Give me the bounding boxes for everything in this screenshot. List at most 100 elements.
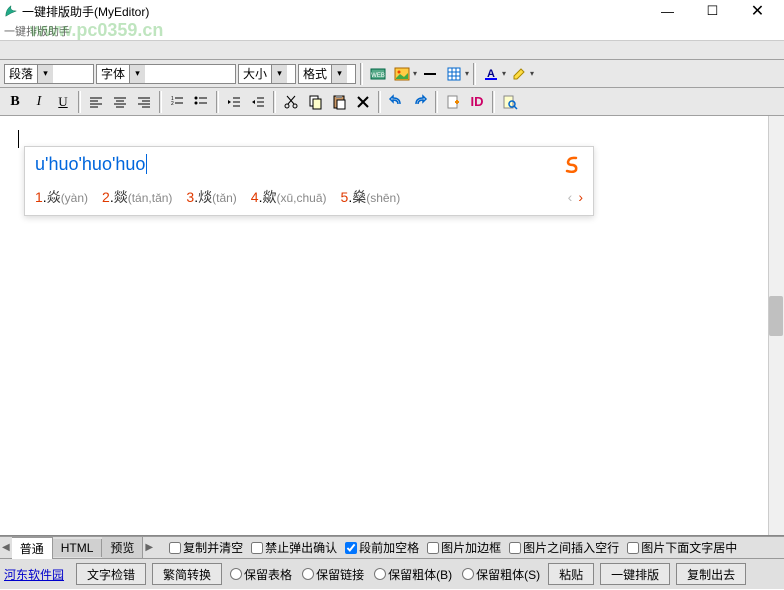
ime-prev-icon[interactable]: ‹ [568,189,573,205]
ordered-list-button[interactable]: 12 [166,91,188,113]
bottom-panel: ◀ 普通 HTML 预览 ▶ 复制并清空 禁止弹出确认 段前加空格 图片加边框 … [0,536,784,589]
ime-candidate-3[interactable]: 3.㷋(tǎn) [186,187,236,207]
ime-candidate-1[interactable]: 1.焱(yàn) [35,187,88,207]
radio-keep-table[interactable]: 保留表格 [230,566,292,583]
menu-bar [0,40,784,60]
paste-action-button[interactable]: 粘贴 [548,563,594,585]
paste-button[interactable] [328,91,350,113]
id-button[interactable]: ID [466,91,488,113]
tab-scroll-right-icon[interactable]: ▶ [143,542,155,553]
separator [492,91,495,113]
font-label: 字体 [97,65,129,82]
svg-text:WEB: WEB [371,73,385,79]
tab-scroll-left-icon[interactable]: ◀ [0,542,12,553]
format-action-button[interactable]: 一键排版 [600,563,670,585]
paragraph-label: 段落 [5,65,37,82]
close-button[interactable]: ✕ [735,0,780,22]
outdent-button[interactable] [223,91,245,113]
opt-space-before[interactable]: 段前加空格 [345,539,419,556]
window-subtitle: 一键排版助手 [0,22,784,40]
opt-img-border[interactable]: 图片加边框 [427,539,501,556]
align-left-button[interactable] [85,91,107,113]
format-combo[interactable]: 格式 ▾ [298,64,356,84]
separator [435,91,438,113]
app-icon [4,4,18,18]
separator [159,91,162,113]
window-controls: — ☐ ✕ [645,0,780,22]
align-center-button[interactable] [109,91,131,113]
format-label: 格式 [299,65,331,82]
size-combo[interactable]: 大小 ▾ [238,64,296,84]
separator [378,91,381,113]
scroll-thumb[interactable] [769,296,783,336]
table-button[interactable] [443,63,465,85]
html-button[interactable]: WEB [367,63,389,85]
find-button[interactable] [499,91,521,113]
dropdown-arrow-icon: ▾ [129,65,145,83]
undo-button[interactable] [385,91,407,113]
minimize-button[interactable]: — [645,0,690,22]
tab-normal[interactable]: 普通 [12,537,53,559]
dropdown-arrow-icon[interactable]: ▾ [413,69,417,78]
italic-button[interactable]: I [28,91,50,113]
maximize-button[interactable]: ☐ [690,0,735,22]
size-label: 大小 [239,65,271,82]
dropdown-arrow-icon: ▾ [37,65,53,83]
copy-out-button[interactable]: 复制出去 [676,563,746,585]
dropdown-arrow-icon: ▾ [271,65,287,83]
opt-img-blank[interactable]: 图片之间插入空行 [509,539,619,556]
separator [78,91,81,113]
separator [360,63,363,85]
ime-candidates: 1.焱(yàn) 2.燚(tán,tǎn) 3.㷋(tǎn) 4.歘(xū,ch… [25,181,593,215]
separator [473,63,476,85]
toolbar-edit: B I U 12 ID [0,88,784,116]
ime-next-icon[interactable]: › [578,189,583,205]
redo-button[interactable] [409,91,431,113]
unordered-list-button[interactable] [190,91,212,113]
text-color-button[interactable]: A [480,63,502,85]
opt-img-center[interactable]: 图片下面文字居中 [627,539,737,556]
svg-text:2: 2 [171,101,174,107]
toolbar-format: 段落 ▾ 字体 ▾ 大小 ▾ 格式 ▾ WEB ▾ ▾ A ▾ ▾ [0,60,784,88]
dropdown-arrow-icon[interactable]: ▾ [502,69,506,78]
hr-button[interactable] [419,63,441,85]
vertical-scrollbar[interactable] [768,116,784,535]
separator [216,91,219,113]
font-combo[interactable]: 字体 ▾ [96,64,236,84]
opt-copy-clear[interactable]: 复制并清空 [169,539,243,556]
action-row: 河东软件园 文字检错 繁简转换 保留表格 保留链接 保留粗体(B) 保留粗体(S… [0,559,784,589]
ime-candidate-2[interactable]: 2.燚(tán,tǎn) [102,187,172,207]
text-cursor [18,130,19,148]
cut-button[interactable] [280,91,302,113]
dropdown-arrow-icon[interactable]: ▾ [465,69,469,78]
highlight-button[interactable] [508,63,530,85]
paragraph-combo[interactable]: 段落 ▾ [4,64,94,84]
ime-candidate-5[interactable]: 5.燊(shēn) [341,187,401,207]
ime-pagination: ‹ › [568,189,583,205]
site-link[interactable]: 河东软件园 [4,566,64,583]
dropdown-arrow-icon[interactable]: ▾ [530,69,534,78]
opt-no-popup[interactable]: 禁止弹出确认 [251,539,337,556]
editor-area[interactable]: u'huo'huo'huo 1.焱(yàn) 2.燚(tán,tǎn) 3.㷋(… [0,116,784,536]
ime-input-text: u'huo'huo'huo [35,154,147,175]
delete-button[interactable] [352,91,374,113]
sogou-logo-icon [561,153,583,175]
ime-candidate-4[interactable]: 4.歘(xū,chuā) [251,187,327,207]
radio-keep-link[interactable]: 保留链接 [302,566,364,583]
window-titlebar: 一键排版助手(MyEditor) — ☐ ✕ [0,0,784,22]
tab-html[interactable]: HTML [53,539,103,557]
bold-button[interactable]: B [4,91,26,113]
tab-preview[interactable]: 预览 [102,537,143,558]
radio-keep-bold-b[interactable]: 保留粗体(B) [374,566,452,583]
spellcheck-button[interactable]: 文字检错 [76,563,146,585]
underline-button[interactable]: U [52,91,74,113]
align-right-button[interactable] [133,91,155,113]
image-button[interactable] [391,63,413,85]
ime-candidate-window: u'huo'huo'huo 1.焱(yàn) 2.燚(tán,tǎn) 3.㷋(… [24,146,594,216]
convert-button[interactable]: 繁简转换 [152,563,222,585]
separator [273,91,276,113]
new-doc-button[interactable] [442,91,464,113]
copy-button[interactable] [304,91,326,113]
indent-button[interactable] [247,91,269,113]
radio-keep-bold-s[interactable]: 保留粗体(S) [462,566,540,583]
